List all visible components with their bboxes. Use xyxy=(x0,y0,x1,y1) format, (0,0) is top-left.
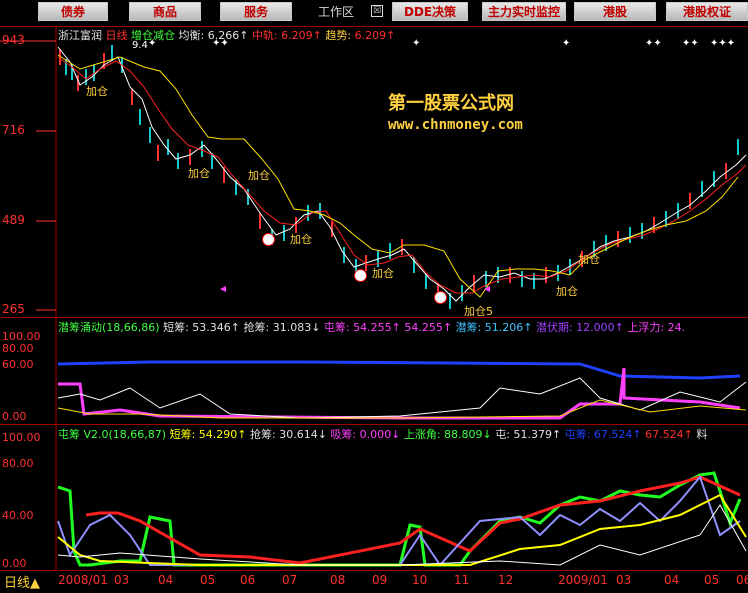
indicator-1-legend: 潜筹涌动(18,66,86) 短筹: 53.346↑ 抢筹: 31.083↓ 屯… xyxy=(58,319,685,335)
star-marker: ✦✦ xyxy=(645,38,662,49)
star-marker: ✦ xyxy=(148,38,157,49)
work-area-label[interactable]: 工作区 xyxy=(318,3,354,20)
smiley-icon xyxy=(354,269,367,282)
y-label-716: 716 xyxy=(2,123,25,137)
trend-label: 趋势: xyxy=(325,29,352,42)
y-label-943: 943 xyxy=(2,33,25,47)
date-label: 05 xyxy=(704,573,720,587)
period-label: 日线 xyxy=(105,29,128,42)
legend-absorb: 吸筹: 0.000↓ xyxy=(330,428,401,441)
indicator-pane-1[interactable]: 潜筹涌动(18,66,86) 短筹: 53.346↑ 抢筹: 31.083↓ 屯… xyxy=(0,317,748,424)
legend-name: 屯筹 V2.0(18,66,87) xyxy=(58,428,167,441)
legend-hoard: 屯筹: 54.255↑ xyxy=(323,321,401,334)
star-marker: ✦✦ xyxy=(212,38,229,49)
date-label: 03 xyxy=(114,573,130,587)
y-label-489: 489 xyxy=(2,213,25,227)
add-marker: 加仓 xyxy=(86,85,108,98)
period-selector[interactable]: 日线▲ xyxy=(4,572,40,591)
service-button[interactable]: 服务 xyxy=(220,2,292,21)
add-marker: 加仓 xyxy=(556,285,578,298)
dde-button[interactable]: DDE决策 xyxy=(392,2,468,21)
date-label: 2008/01 xyxy=(58,573,108,587)
date-label: 10 xyxy=(412,573,428,587)
add-marker: 加仓 xyxy=(188,167,210,180)
y-label: 80.00 xyxy=(2,342,34,355)
date-label: 11 xyxy=(454,573,470,587)
date-label: 2009/01 xyxy=(558,573,608,587)
date-label: 04 xyxy=(158,573,174,587)
legend-grab: 抢筹: 31.083↓ xyxy=(243,321,321,334)
y-label-265: 265 xyxy=(2,302,25,316)
star-marker: ✦✦ xyxy=(682,38,699,49)
star-marker: ✦ xyxy=(562,38,571,49)
date-label: 12 xyxy=(498,573,514,587)
legend-short: 短筹: 53.346↑ xyxy=(163,321,240,334)
indicator-2-legend: 屯筹 V2.0(18,66,87) 短筹: 54.290↑ 抢筹: 30.614… xyxy=(58,426,707,442)
star-marker: ✦✦✦ xyxy=(710,38,736,49)
trend-value: 6.209↑ xyxy=(354,29,396,42)
legend-grab: 抢筹: 30.614↓ xyxy=(250,428,327,441)
period-label: 日线 xyxy=(4,576,31,591)
bond-button[interactable]: 债券 xyxy=(38,2,108,21)
smiley-icon xyxy=(262,233,275,246)
smiley-icon xyxy=(434,291,447,304)
stock-name: 浙江富润 xyxy=(58,29,102,42)
balance-label: 均衡: xyxy=(178,29,205,42)
legend-period: 潜伏期: 12.000↑ xyxy=(535,321,624,334)
add-marker: 加仓 xyxy=(290,233,312,246)
date-axis: 2008/01 03 04 05 06 07 08 09 10 11 12 20… xyxy=(0,570,748,593)
legend-hoard-2: 54.255↑ xyxy=(404,321,453,334)
legend-hoard: 屯筹: 67.524↑ xyxy=(564,428,642,441)
y-label: 0.00 xyxy=(2,410,27,423)
hk-stock-button[interactable]: 港股 xyxy=(574,2,656,21)
y-label: 0.00 xyxy=(2,557,27,570)
legend-name: 潜筹涌动(18,66,86) xyxy=(58,321,160,334)
capital-monitor-button[interactable]: 主力实时监控 xyxy=(482,2,566,21)
date-label: 08 xyxy=(330,573,346,587)
top-toolbar: 债券 商品 服务 工作区 ☒ DDE决策 主力实时监控 港股 港股权证 xyxy=(0,0,748,24)
watermark-url: www.chnmoney.com xyxy=(388,117,523,133)
watermark-title: 第一股票公式网 xyxy=(388,93,514,114)
legend-angle: 上涨角: 88.809↓ xyxy=(403,428,492,441)
star-marker: ✦ xyxy=(412,38,421,49)
date-label: 09 xyxy=(372,573,388,587)
y-label: 100.00 xyxy=(2,431,41,444)
legend-float: 上浮力: 24. xyxy=(627,321,686,334)
date-label: 07 xyxy=(282,573,298,587)
close-icon[interactable]: ☒ xyxy=(371,5,383,17)
y-label: 40.00 xyxy=(2,509,34,522)
peak-label: 9.4 xyxy=(132,40,148,51)
triangle-up-icon: ▲ xyxy=(30,576,41,591)
indicator-chart-2 xyxy=(55,425,747,571)
date-label: 06 xyxy=(240,573,256,587)
midline-value: 6.209↑ xyxy=(281,29,322,42)
midline-label: 中轨: xyxy=(251,29,278,42)
price-pane[interactable]: 943 716 489 265 浙江富润 日线 增仓减仓 均衡: 6.266↑ … xyxy=(0,26,748,318)
indicator-pane-2[interactable]: 屯筹 V2.0(18,66,87) 短筹: 54.290↑ 抢筹: 30.614… xyxy=(0,424,748,571)
date-label: 04 xyxy=(664,573,680,587)
date-label: 06 xyxy=(736,573,748,587)
legend-hoard-2: 67.524↑ xyxy=(645,428,693,441)
legend-more: 料 xyxy=(696,428,708,441)
legend-short: 短筹: 54.290↑ xyxy=(169,428,247,441)
add-marker: 加仓 xyxy=(372,267,394,280)
date-label: 05 xyxy=(200,573,216,587)
hk-warrant-button[interactable]: 港股权证 xyxy=(666,2,748,21)
legend-latent: 潜筹: 51.206↑ xyxy=(455,321,533,334)
legend-tun: 屯: 51.379↑ xyxy=(495,428,562,441)
date-label: 03 xyxy=(616,573,632,587)
commodity-button[interactable]: 商品 xyxy=(129,2,201,21)
add-marker: 加仓 xyxy=(578,253,600,266)
y-label: 80.00 xyxy=(2,457,34,470)
y-label: 60.00 xyxy=(2,358,34,371)
add-marker: 加仓 xyxy=(248,169,270,182)
